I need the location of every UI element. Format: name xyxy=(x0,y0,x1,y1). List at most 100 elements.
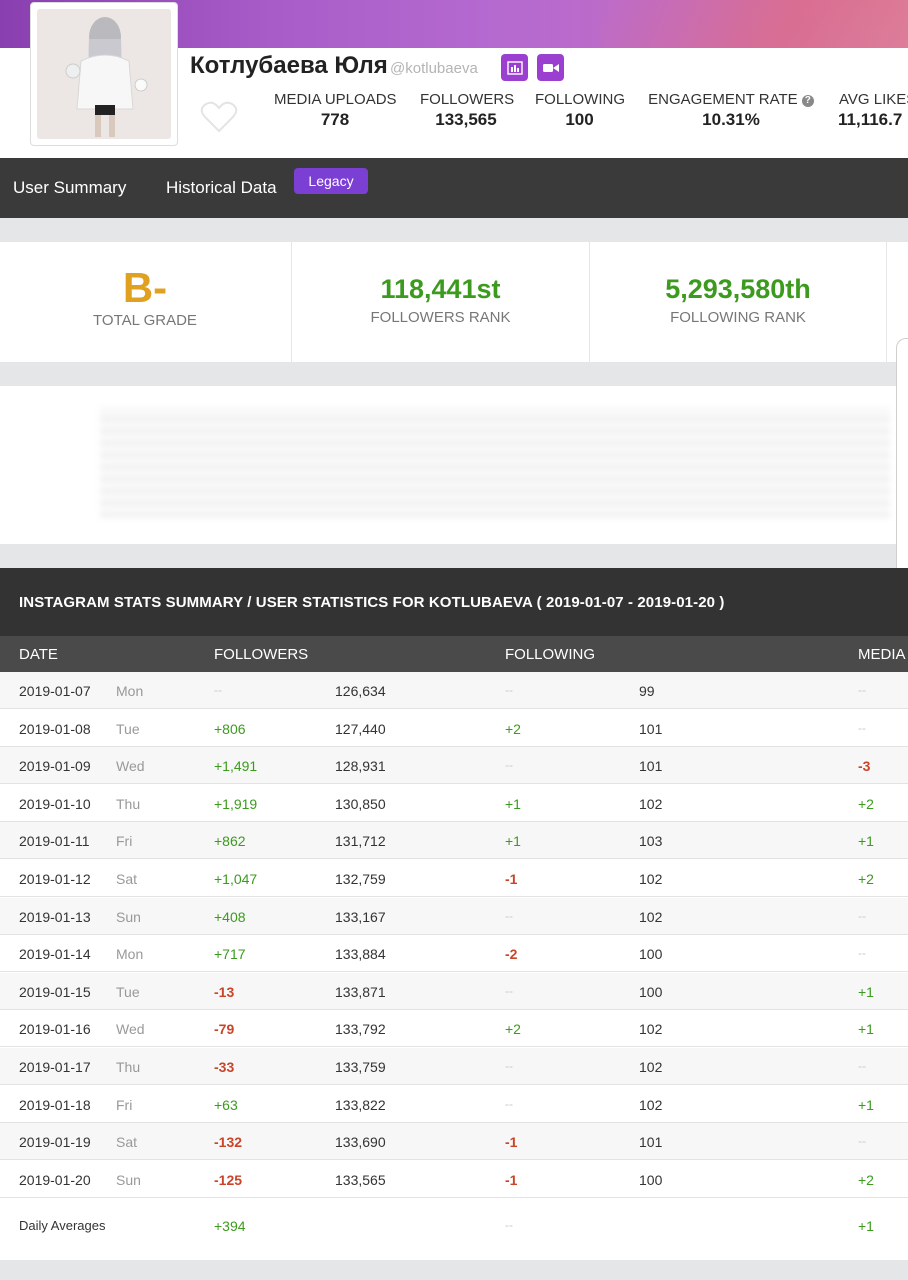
profile-name: Котлубаева Юля xyxy=(190,52,388,79)
col-following: FOLLOWING xyxy=(505,646,596,663)
col-followers: FOLLOWERS xyxy=(214,646,309,663)
row-date: 2019-01-17 xyxy=(19,1059,91,1075)
summary-header: INSTAGRAM STATS SUMMARY / USER STATISTIC… xyxy=(0,568,908,636)
video-camera-icon xyxy=(542,63,559,72)
following-change: -- xyxy=(505,983,513,998)
following-total: 102 xyxy=(639,1096,663,1113)
summary-title: INSTAGRAM STATS SUMMARY / USER STATISTIC… xyxy=(19,594,725,611)
row-date: 2019-01-14 xyxy=(19,946,91,963)
averages-label: Daily Averages xyxy=(19,1218,106,1233)
media-change: -- xyxy=(858,908,866,923)
media-change: +2 xyxy=(858,795,874,812)
row-day: Mon xyxy=(116,683,144,699)
col-date: DATE xyxy=(19,646,58,663)
nav-user-summary[interactable]: User Summary xyxy=(13,178,126,198)
stat-value: 133,565 xyxy=(435,110,497,129)
table-row: 2019-01-12 Sat +1,047 132,759 -1 102 +2 xyxy=(0,860,908,897)
followers-change: +63 xyxy=(214,1096,238,1113)
following-total: 100 xyxy=(639,983,663,1000)
following-rank: 5,293,580th FOLLOWING RANK xyxy=(590,242,886,362)
nav-bar: User Summary Historical Data Legacy xyxy=(0,158,908,218)
help-icon[interactable]: ? xyxy=(801,95,814,107)
following-total: 99 xyxy=(639,683,655,699)
profile-handle[interactable]: @kotlubaeva xyxy=(390,60,478,77)
followers-change: +1,491 xyxy=(214,758,258,775)
followers-total: 133,690 xyxy=(335,1134,386,1151)
following-total: 103 xyxy=(639,833,663,850)
followers-rank: 118,441st FOLLOWERS RANK xyxy=(292,242,589,362)
followers-change: -132 xyxy=(214,1134,243,1151)
table-column-headers: DATE FOLLOWERS FOLLOWING MEDIA xyxy=(0,636,908,672)
followers-rank-value: 118,441st xyxy=(380,274,501,304)
following-total: 100 xyxy=(639,1171,663,1188)
row-date: 2019-01-12 xyxy=(19,871,91,887)
media-change: -- xyxy=(858,1059,866,1073)
row-day: Wed xyxy=(116,758,145,775)
following-total: 102 xyxy=(639,795,663,812)
media-change: -3 xyxy=(858,758,871,775)
followers-rank-label: FOLLOWERS RANK xyxy=(370,309,511,326)
stat-value: 11,116.7 xyxy=(838,110,903,129)
avatar[interactable] xyxy=(30,2,178,146)
grade-label: TOTAL GRADE xyxy=(93,312,197,329)
table-row: 2019-01-13 Sun +408 133,167 -- 102 -- xyxy=(0,897,908,935)
stat-value: 100 xyxy=(565,110,594,129)
following-change: +2 xyxy=(505,1021,521,1038)
followers-change: -125 xyxy=(214,1171,243,1188)
followers-change: +408 xyxy=(214,908,246,925)
row-date: 2019-01-08 xyxy=(19,720,91,737)
following-change: +1 xyxy=(505,833,521,850)
row-day: Sat xyxy=(116,1134,138,1151)
nav-historical-data[interactable]: Historical Data xyxy=(166,178,277,198)
followers-total: 133,565 xyxy=(335,1171,386,1188)
rank-divider xyxy=(886,242,887,362)
legacy-badge[interactable]: Legacy xyxy=(294,168,368,194)
row-day: Tue xyxy=(116,983,140,1000)
row-date: 2019-01-19 xyxy=(19,1134,91,1151)
followers-total: 133,792 xyxy=(335,1021,386,1038)
stat-label: MEDIA UPLOADS xyxy=(274,91,397,108)
row-date: 2019-01-15 xyxy=(19,983,91,1000)
followers-total: 126,634 xyxy=(335,683,386,699)
row-day: Tue xyxy=(116,720,140,737)
grade-value: B- xyxy=(122,264,168,311)
table-row: 2019-01-07 Mon -- 126,634 -- 99 -- xyxy=(0,672,908,709)
followers-change: +1,047 xyxy=(214,871,258,887)
following-total: 102 xyxy=(639,1059,663,1075)
following-change: -2 xyxy=(505,946,518,963)
following-rank-value: 5,293,580th xyxy=(665,274,811,304)
row-date: 2019-01-18 xyxy=(19,1096,91,1113)
row-date: 2019-01-10 xyxy=(19,795,91,812)
followers-total: 131,712 xyxy=(335,833,386,850)
row-day: Mon xyxy=(116,946,144,963)
following-total: 102 xyxy=(639,871,663,887)
stats-chart-button[interactable] xyxy=(501,54,528,81)
following-total: 100 xyxy=(639,946,663,963)
table-row: 2019-01-17 Thu -33 133,759 -- 102 -- xyxy=(0,1048,908,1085)
media-change: -- xyxy=(858,1134,866,1149)
media-change: +1 xyxy=(858,983,874,1000)
followers-total: 127,440 xyxy=(335,720,386,737)
following-change: -- xyxy=(505,683,513,697)
following-change: -1 xyxy=(505,871,518,887)
followers-change: +717 xyxy=(214,946,246,963)
followers-total: 130,850 xyxy=(335,795,386,812)
ranks-panel: B- TOTAL GRADE 118,441st FOLLOWERS RANK … xyxy=(0,242,908,362)
avatar-image xyxy=(37,9,171,139)
row-day: Thu xyxy=(116,1059,141,1075)
col-media: MEDIA xyxy=(858,646,906,663)
stat-label: AVG LIKES xyxy=(839,91,908,108)
video-button[interactable] xyxy=(537,54,564,81)
followers-total: 133,759 xyxy=(335,1059,386,1075)
following-change: -- xyxy=(505,1059,513,1073)
following-total: 102 xyxy=(639,908,663,925)
stat-label: FOLLOWING xyxy=(535,91,626,108)
divider-band xyxy=(0,544,908,568)
heart-icon[interactable] xyxy=(200,100,238,134)
row-day: Thu xyxy=(116,795,141,812)
media-change: -- xyxy=(858,720,866,735)
followers-total: 133,822 xyxy=(335,1096,386,1113)
followers-change: +862 xyxy=(214,833,246,850)
media-change: +2 xyxy=(858,871,874,887)
following-change: -- xyxy=(505,908,513,923)
